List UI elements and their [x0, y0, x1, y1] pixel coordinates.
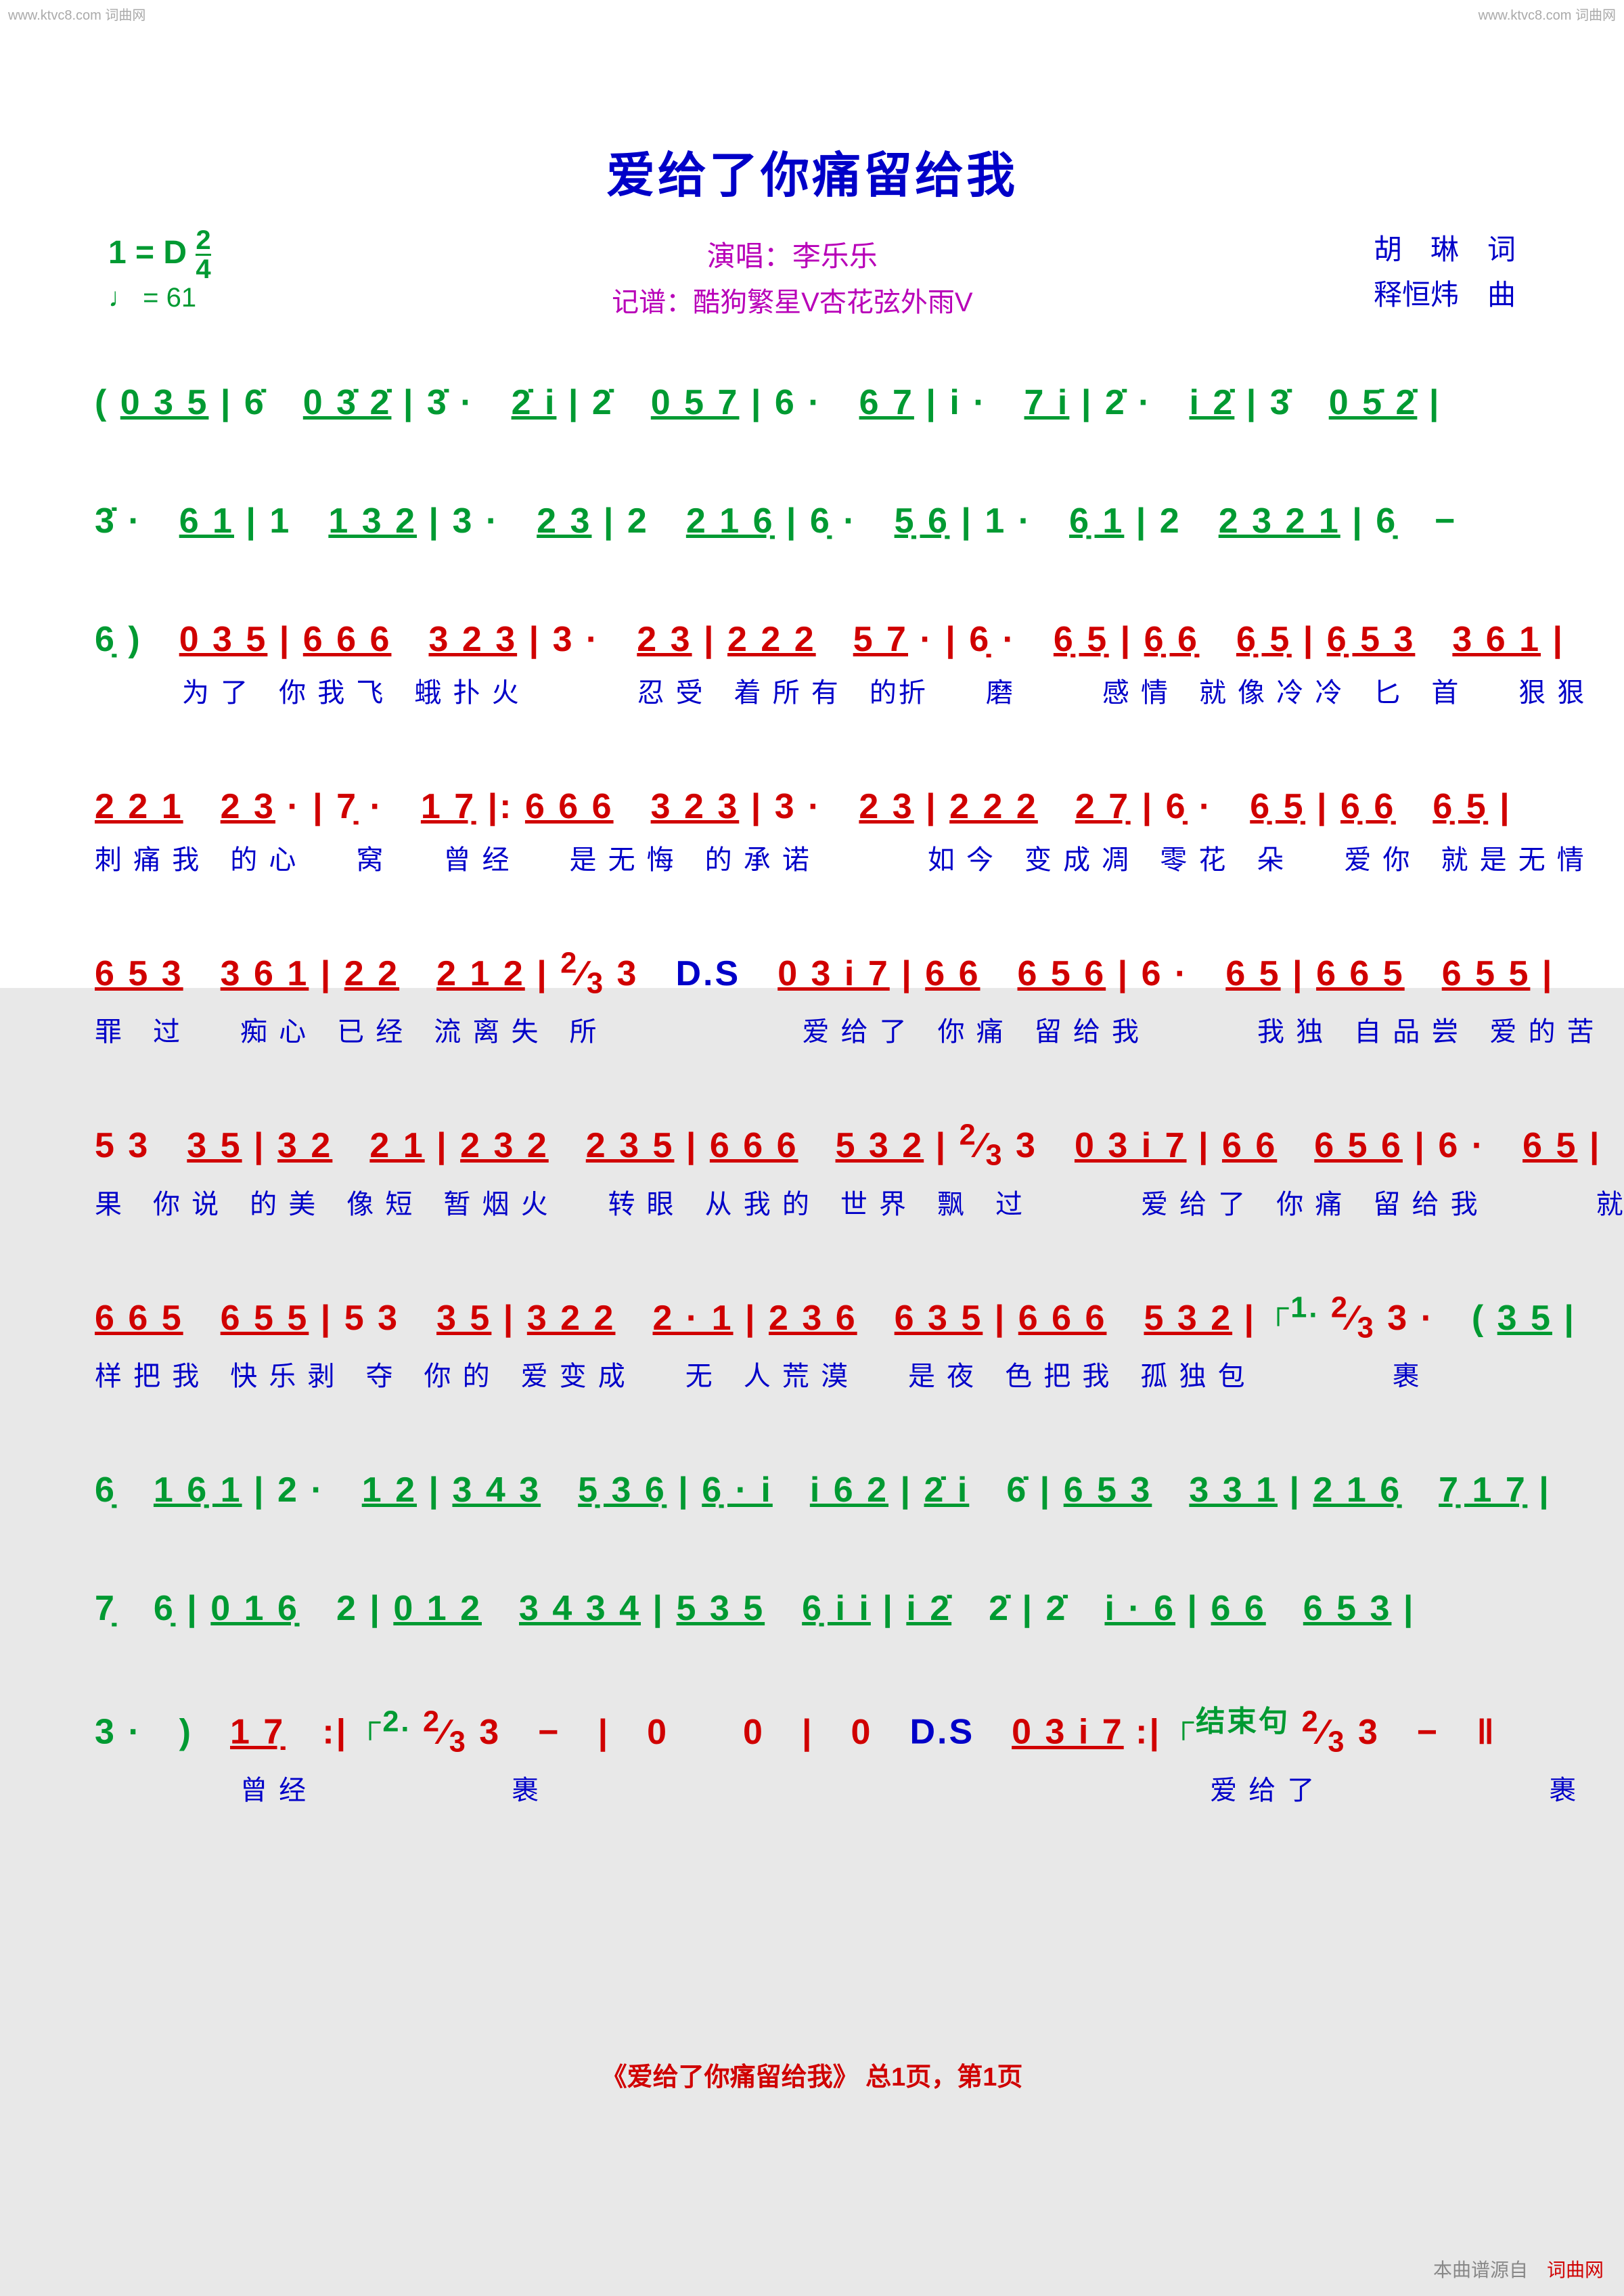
notation-row: 3̇ · 6 1 | 1 1 3 2 | 3 · 2 3 | 2 2 1 6̣ … — [95, 492, 1529, 543]
song-title: 爱给了你痛留给我 — [68, 135, 1556, 206]
lyrics-row: 罪 过 痴 心 已 经 流 离 失 所 爱 给 了 你 痛 留 给 我 我 独 … — [95, 1010, 1529, 1049]
lyrics-row: 果 你 说 的 美 像 短 暂 烟 火 转 眼 从 我 的 世 界 飘 过 爱 … — [95, 1182, 1529, 1221]
score-line: 6̣ 1 6̣ 1 | 2 · 1 2 | 3 4 3 5̣ 3 6̣ | 6̣… — [95, 1461, 1529, 1512]
score-line: 2 2 1 2 3 · | 7̣ · 1 7̣ |: 6 6 6 3 2 3 |… — [95, 778, 1529, 877]
page-footer: 《爱给了你痛留给我》 总1页，第1页 — [0, 2056, 1624, 2093]
lyrics-row: 为 了 你 我 飞 蛾 扑 火 忍 受 着 所 有 的折 磨 感 情 就 像 冷… — [95, 671, 1529, 710]
notation-row: 6̣ 1 6̣ 1 | 2 · 1 2 | 3 4 3 5̣ 3 6̣ | 6̣… — [95, 1461, 1529, 1512]
notation-row: 7̣ 6̣ | 0 1 6̣ 2 | 0 1 2 3 4 3 4 | 5 3 5… — [95, 1579, 1529, 1630]
source-attribution: 本曲谱源自 词曲网 — [1433, 2255, 1604, 2282]
score-body: ( 0 3 5 | 6̇ 0 3̇ 2̇ | 3̇ · 2̇ i | 2̇ 0 … — [68, 374, 1556, 1807]
notation-row: 3 · ) 1 7̣ :| ┌2. 2⁄3 3 − | 0 0 | 0 D.S … — [95, 1698, 1529, 1759]
score-line: 7̣ 6̣ | 0 1 6̣ 2 | 0 1 2 3 4 3 4 | 5 3 5… — [95, 1579, 1529, 1630]
tempo-marking: ♩ = 61 — [108, 283, 211, 313]
author-credits: 胡 琳 词 释恒炜 曲 — [1374, 227, 1516, 317]
notation-row: 2 2 1 2 3 · | 7̣ · 1 7̣ |: 6 6 6 3 2 3 |… — [95, 778, 1529, 828]
watermark-top-right: www.ktvc8.com 词曲网 — [1479, 4, 1616, 24]
notation-row: 6̣ ) 0 3 5 | 6 6 6 3 2 3 | 3 · 2 3 | 2 2… — [95, 610, 1529, 661]
score-line: 3̇ · 6 1 | 1 1 3 2 | 3 · 2 3 | 2 2 1 6̣ … — [95, 492, 1529, 543]
score-line: ( 0 3 5 | 6̇ 0 3̇ 2̇ | 3̇ · 2̇ i | 2̇ 0 … — [95, 374, 1529, 424]
notation-row: 6 5 3 3 6 1 | 2 2 2 1 2 | 2⁄3 3 D.S 0 3 … — [95, 945, 1529, 1000]
lyrics-row: 刺 痛 我 的 心 窝 曾 经 是 无 悔 的 承 诺 如 今 变 成 凋 零 … — [95, 838, 1529, 877]
score-line: 6 5 3 3 6 1 | 2 2 2 1 2 | 2⁄3 3 D.S 0 3 … — [95, 945, 1529, 1049]
lyrics-row: 样 把 我 快 乐 剥 夺 你 的 爱 变 成 无 人 荒 漠 是 夜 色 把 … — [95, 1354, 1529, 1393]
lyrics-row: 曾 经 裹 爱 给 了 裹 — [95, 1768, 1529, 1807]
transcriber-credit: 记谱：酷狗繁星V杏花弦外雨V — [211, 280, 1374, 319]
singer-credit: 演唱：李乐乐 — [211, 233, 1374, 275]
score-line: 6 6 5 6 5 5 | 5 3 3 5 | 3 2 2 2 · 1 | 2 … — [95, 1289, 1529, 1393]
score-line: 3 · ) 1 7̣ :| ┌2. 2⁄3 3 − | 0 0 | 0 D.S … — [95, 1698, 1529, 1807]
notation-row: ( 0 3 5 | 6̇ 0 3̇ 2̇ | 3̇ · 2̇ i | 2̇ 0 … — [95, 374, 1529, 424]
notation-row: 6 6 5 6 5 5 | 5 3 3 5 | 3 2 2 2 · 1 | 2 … — [95, 1289, 1529, 1345]
key-signature: 1 = D 24 — [108, 227, 211, 283]
score-line: 6̣ ) 0 3 5 | 6 6 6 3 2 3 | 3 · 2 3 | 2 2… — [95, 610, 1529, 710]
notation-row: 5 3 3 5 | 3 2 2 1 | 2 3 2 2 3 5 | 6 6 6 … — [95, 1117, 1529, 1172]
watermark-top-left: www.ktvc8.com 词曲网 — [8, 4, 145, 24]
score-line: 5 3 3 5 | 3 2 2 1 | 2 3 2 2 3 5 | 6 6 6 … — [95, 1117, 1529, 1221]
